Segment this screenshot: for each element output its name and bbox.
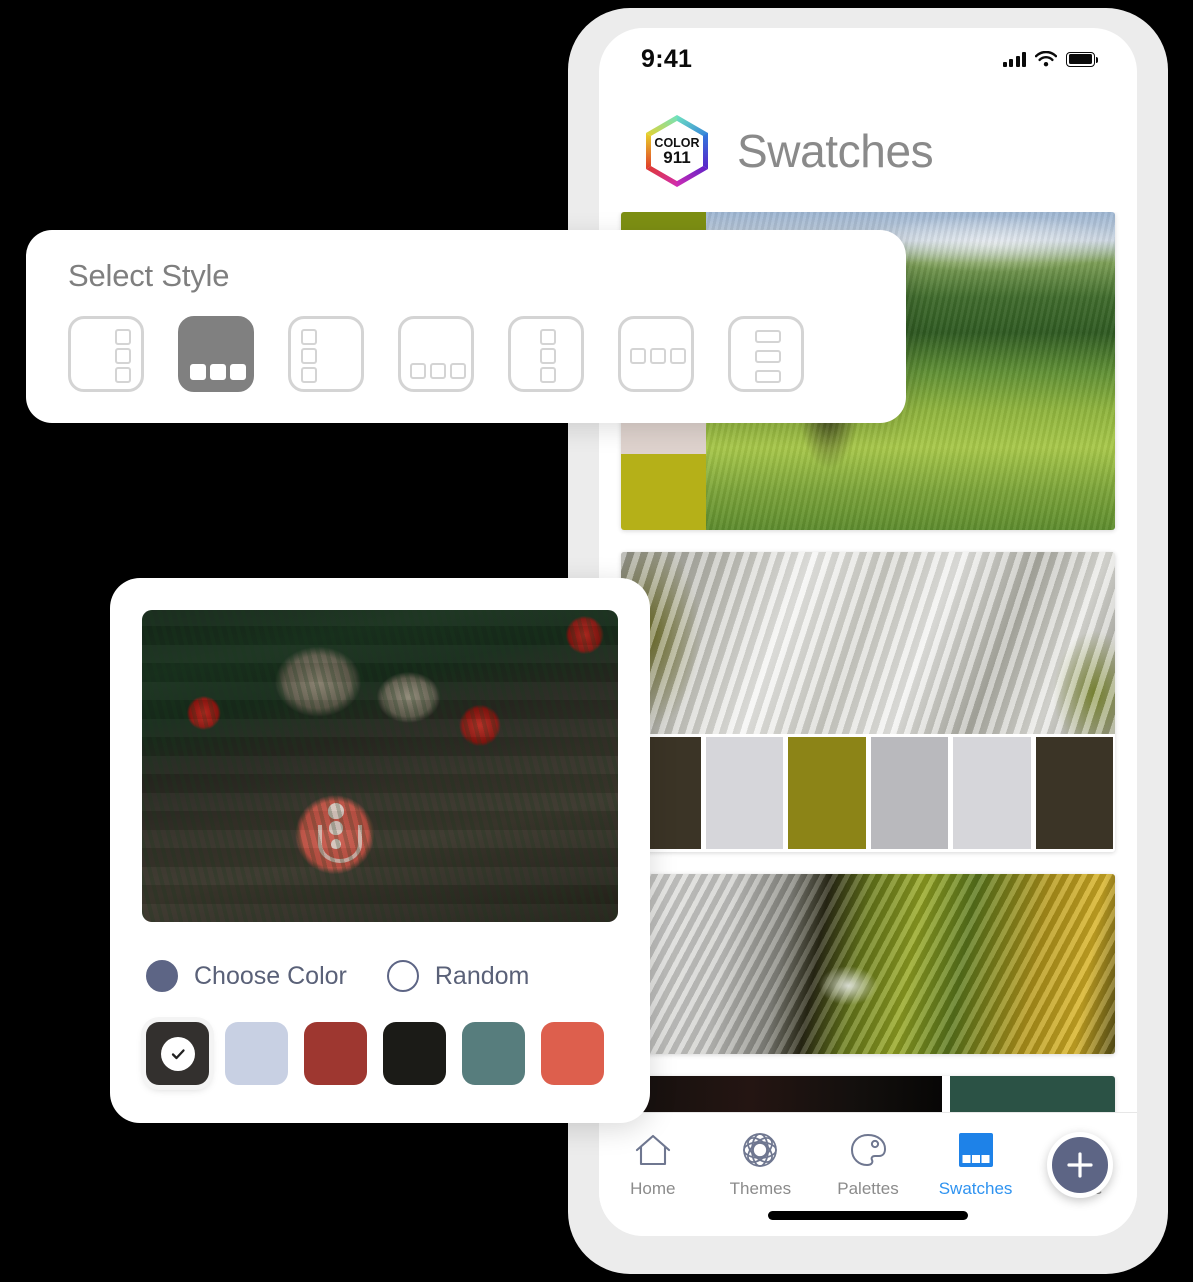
swatch-coral[interactable] [541, 1022, 604, 1085]
strip-color-4 [953, 737, 1031, 849]
style-square [210, 364, 226, 380]
swatch-photo-waterfall [621, 552, 1115, 734]
style-square [115, 348, 131, 364]
style-option-squares-right[interactable] [68, 316, 144, 392]
select-style-panel: Select Style [26, 230, 906, 423]
style-square [115, 329, 131, 345]
style-option-bars-center-vertical[interactable] [728, 316, 804, 392]
logo-text-bottom: 911 [663, 148, 690, 167]
swatch-brick-red[interactable] [304, 1022, 367, 1085]
style-square [430, 363, 446, 379]
style-options-row [68, 316, 864, 392]
style-option-squares-bottom-left[interactable] [398, 316, 474, 392]
style-square [540, 348, 556, 364]
add-swatch-button[interactable] [1047, 1132, 1113, 1198]
color-picker-card: Choose Color Random [110, 578, 650, 1123]
color-mode-options: Choose Color Random [142, 960, 618, 992]
color-palette-row [142, 1022, 618, 1085]
christmas-latte-photo[interactable] [142, 610, 618, 922]
style-square [670, 348, 686, 364]
status-time: 9:41 [641, 44, 693, 73]
swatch-card-waterfall[interactable] [621, 552, 1115, 852]
wifi-icon [1035, 51, 1057, 67]
swatch-selected-dark[interactable] [146, 1022, 209, 1085]
palette-icon [849, 1129, 887, 1171]
phone-screen: 9:41 COLOR 911 Swatches Home Themes Pale… [599, 28, 1137, 1236]
style-square [540, 329, 556, 345]
themes-circles-icon [741, 1129, 779, 1171]
style-square [115, 367, 131, 383]
style-bar [755, 370, 781, 383]
tab-label-themes: Themes [729, 1179, 792, 1198]
swatch-card-mossy-waterfall[interactable] [621, 874, 1115, 1054]
style-square [650, 348, 666, 364]
tab-themes[interactable]: Themes [707, 1129, 815, 1199]
style-square [410, 363, 426, 379]
color911-hexagon-logo: COLOR 911 [646, 115, 708, 187]
rail-color-3 [621, 453, 706, 530]
style-bar [755, 330, 781, 343]
swatch-photo-mossy-waterfall [621, 874, 1115, 1054]
choose-color-radio[interactable]: Choose Color [146, 960, 347, 992]
strip-color-1 [705, 737, 783, 849]
style-square [450, 363, 466, 379]
status-indicators [1002, 51, 1099, 67]
swatches-grid-icon [957, 1129, 995, 1171]
random-radio[interactable]: Random [386, 960, 530, 992]
cellular-signal-icon [1002, 51, 1026, 67]
style-bar [755, 350, 781, 363]
radio-filled-icon [146, 960, 178, 992]
swatch-near-black[interactable] [383, 1022, 446, 1085]
style-square [301, 367, 317, 383]
latte-heart-art [316, 803, 362, 865]
home-indicator [768, 1211, 968, 1220]
tab-swatches[interactable]: Swatches [922, 1129, 1030, 1199]
screenshot-stage: 9:41 COLOR 911 Swatches Home Themes Pale… [0, 0, 1193, 1282]
tab-label-palettes: Palettes [837, 1179, 899, 1198]
style-option-squares-center-vertical[interactable] [508, 316, 584, 392]
style-square [301, 348, 317, 364]
style-square [301, 329, 317, 345]
style-option-squares-center-horizontal[interactable] [618, 316, 694, 392]
tab-home[interactable]: Home [599, 1129, 707, 1199]
style-square [230, 364, 246, 380]
color-strip [621, 734, 1115, 852]
swatch-light-periwinkle[interactable] [225, 1022, 288, 1085]
style-option-squares-bottom-filled[interactable] [178, 316, 254, 392]
plus-icon [1067, 1152, 1093, 1178]
status-bar: 9:41 [599, 28, 1137, 90]
style-square [190, 364, 206, 380]
strip-color-3 [870, 737, 948, 849]
choose-color-label: Choose Color [194, 961, 347, 990]
style-option-squares-left[interactable] [288, 316, 364, 392]
check-icon [160, 1036, 195, 1071]
swatch-teal[interactable] [462, 1022, 525, 1085]
style-square [540, 367, 556, 383]
tab-label-home: Home [630, 1179, 676, 1198]
tab-label-swatches: Swatches [938, 1179, 1013, 1198]
page-title: Swatches [737, 125, 934, 177]
strip-color-2 [788, 737, 866, 849]
phone-device-frame: 9:41 COLOR 911 Swatches Home Themes Pale… [568, 8, 1168, 1274]
radio-empty-icon [386, 960, 419, 992]
battery-full-icon [1066, 51, 1099, 67]
tab-palettes[interactable]: Palettes [814, 1129, 922, 1199]
app-header: COLOR 911 Swatches [599, 90, 1137, 212]
select-style-title: Select Style [68, 258, 230, 293]
random-label: Random [434, 961, 530, 990]
style-square [630, 348, 646, 364]
strip-color-5 [1035, 737, 1113, 849]
home-icon [633, 1129, 673, 1171]
